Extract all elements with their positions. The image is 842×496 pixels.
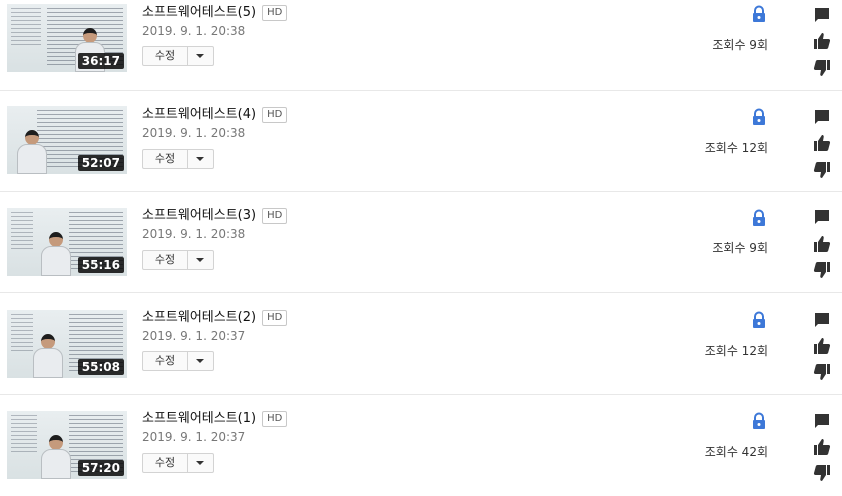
edit-button-group: 수정 [142, 46, 214, 66]
edit-button[interactable]: 수정 [143, 454, 187, 472]
presenter-figure [41, 232, 71, 276]
edit-dropdown-button[interactable] [188, 47, 213, 65]
video-row: 52:07 소프트웨어테스트(4) HD 2019. 9. 1. 20:38 수정… [0, 91, 842, 192]
upload-date: 2019. 9. 1. 20:38 [142, 24, 246, 38]
view-count: 조회수 12회 [704, 141, 768, 155]
video-title[interactable]: 소프트웨어테스트(3) [142, 207, 256, 225]
view-count: 조회수 9회 [712, 241, 768, 255]
edit-button-group: 수정 [142, 149, 214, 169]
chevron-down-icon [196, 54, 204, 58]
view-count: 조회수 9회 [712, 38, 768, 52]
edit-button-group: 수정 [142, 250, 214, 270]
hd-badge: HD [262, 309, 288, 326]
duration-label: 52:07 [77, 155, 124, 171]
edit-button[interactable]: 수정 [143, 47, 187, 65]
hd-badge: HD [262, 4, 288, 21]
hd-badge: HD [262, 207, 288, 224]
duration-label: 55:16 [77, 257, 124, 273]
row-divider [0, 292, 842, 293]
comment-icon[interactable] [813, 311, 831, 329]
video-row: 36:17 소프트웨어테스트(5) HD 2019. 9. 1. 20:38 수정… [0, 0, 842, 91]
upload-date: 2019. 9. 1. 20:37 [142, 430, 246, 444]
lock-icon [751, 108, 767, 126]
thumbs-down-icon[interactable] [813, 261, 831, 279]
comment-icon[interactable] [813, 412, 831, 430]
video-row: 55:08 소프트웨어테스트(2) HD 2019. 9. 1. 20:37 수정… [0, 294, 842, 395]
thumbs-down-icon[interactable] [813, 59, 831, 77]
upload-date: 2019. 9. 1. 20:38 [142, 227, 246, 241]
chevron-down-icon [196, 157, 204, 161]
thumbs-up-icon[interactable] [813, 134, 831, 152]
edit-button[interactable]: 수정 [143, 352, 187, 370]
chevron-down-icon [196, 461, 204, 465]
video-title[interactable]: 소프트웨어테스트(5) [142, 4, 256, 22]
edit-dropdown-button[interactable] [188, 454, 213, 472]
video-title[interactable]: 소프트웨어테스트(4) [142, 106, 256, 124]
video-row: 55:16 소프트웨어테스트(3) HD 2019. 9. 1. 20:38 수정… [0, 192, 842, 293]
thumbs-down-icon[interactable] [813, 464, 831, 482]
thumbs-down-icon[interactable] [813, 161, 831, 179]
duration-label: 57:20 [77, 460, 124, 476]
upload-date: 2019. 9. 1. 20:37 [142, 329, 246, 343]
video-thumbnail[interactable]: 55:08 [7, 310, 127, 378]
lock-icon [751, 209, 767, 227]
chevron-down-icon [196, 258, 204, 262]
presenter-figure [41, 435, 71, 479]
thumbs-up-icon[interactable] [813, 235, 831, 253]
comment-icon[interactable] [813, 208, 831, 226]
view-count: 조회수 42회 [704, 445, 768, 459]
presenter-figure [17, 130, 47, 174]
thumbs-down-icon[interactable] [813, 363, 831, 381]
video-row: 57:20 소프트웨어테스트(1) HD 2019. 9. 1. 20:37 수정… [0, 395, 842, 496]
video-title[interactable]: 소프트웨어테스트(1) [142, 410, 256, 428]
hd-badge: HD [262, 106, 288, 123]
edit-button[interactable]: 수정 [143, 251, 187, 269]
thumbs-up-icon[interactable] [813, 337, 831, 355]
view-count: 조회수 12회 [704, 344, 768, 358]
edit-button-group: 수정 [142, 453, 214, 473]
presenter-figure [33, 334, 63, 378]
duration-label: 36:17 [77, 53, 124, 69]
video-thumbnail[interactable]: 36:17 [7, 4, 127, 72]
lock-icon [751, 311, 767, 329]
edit-dropdown-button[interactable] [188, 150, 213, 168]
edit-dropdown-button[interactable] [188, 251, 213, 269]
edit-button-group: 수정 [142, 351, 214, 371]
duration-label: 55:08 [77, 359, 124, 375]
thumbs-up-icon[interactable] [813, 32, 831, 50]
hd-badge: HD [262, 410, 288, 427]
lock-icon [751, 5, 767, 23]
thumbs-up-icon[interactable] [813, 438, 831, 456]
video-title[interactable]: 소프트웨어테스트(2) [142, 309, 256, 327]
video-thumbnail[interactable]: 52:07 [7, 106, 127, 174]
lock-icon [751, 412, 767, 430]
comment-icon[interactable] [813, 108, 831, 126]
video-thumbnail[interactable]: 55:16 [7, 208, 127, 276]
video-thumbnail[interactable]: 57:20 [7, 411, 127, 479]
upload-date: 2019. 9. 1. 20:38 [142, 126, 246, 140]
edit-dropdown-button[interactable] [188, 352, 213, 370]
comment-icon[interactable] [813, 6, 831, 24]
edit-button[interactable]: 수정 [143, 150, 187, 168]
chevron-down-icon [196, 359, 204, 363]
